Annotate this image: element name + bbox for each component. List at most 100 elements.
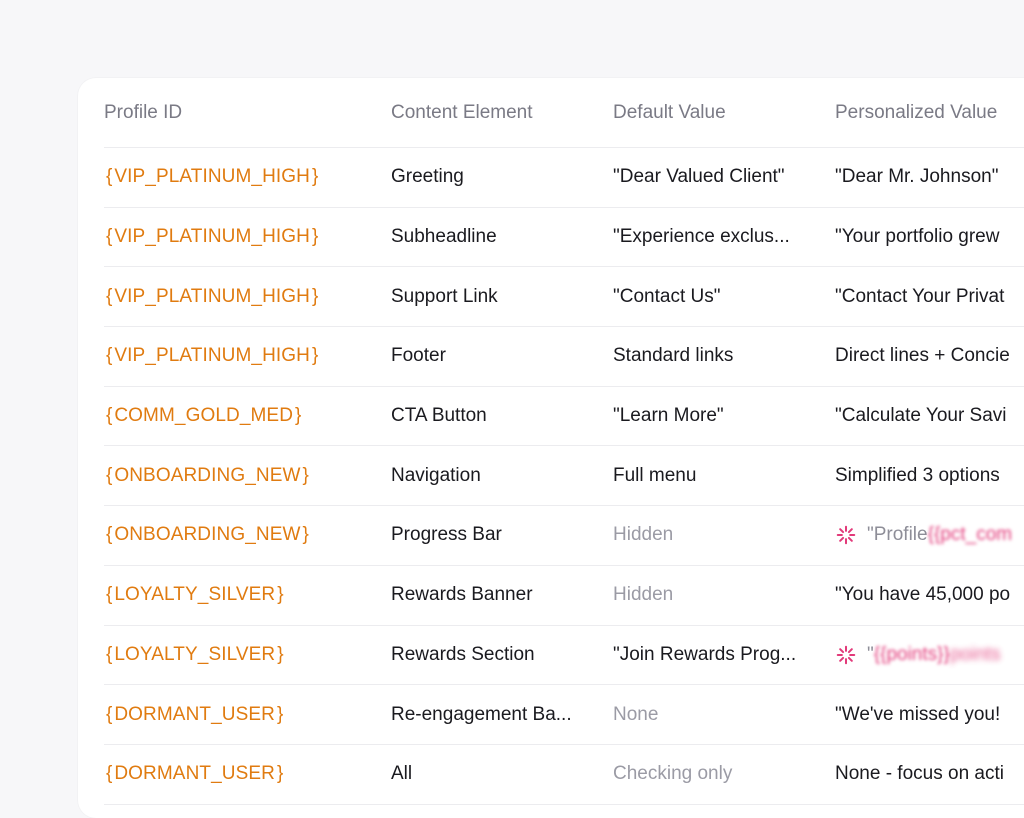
brace-close: } bbox=[302, 524, 309, 546]
personalized-value: Simplified 3 options bbox=[835, 464, 1000, 486]
default-value-cell: "Learn More" bbox=[613, 405, 724, 427]
profile-id-cell: {VIP_PLATINUM_HIGH} bbox=[104, 148, 384, 207]
profile-id: LOYALTY_SILVER bbox=[114, 584, 276, 606]
content-element-cell: All bbox=[391, 763, 413, 785]
profile-id: VIP_PLATINUM_HIGH bbox=[114, 345, 310, 367]
brace-close: } bbox=[302, 464, 309, 486]
personalized-value: Direct lines + Concie bbox=[835, 345, 1010, 367]
default-value-cell: Full menu bbox=[613, 464, 697, 486]
content-element-cell: Re-engagement Ba... bbox=[391, 703, 572, 725]
loading-spinner-icon bbox=[835, 644, 857, 666]
personalized-value: "We've missed you! bbox=[835, 703, 1001, 725]
content-element-cell: Footer bbox=[391, 345, 446, 367]
profile-id: LOYALTY_SILVER bbox=[114, 643, 276, 665]
table-row[interactable]: {DORMANT_USER} All Checking only None - foc… bbox=[104, 745, 1024, 805]
brace-close: } bbox=[311, 285, 319, 307]
brace-open: { bbox=[106, 226, 113, 248]
table-row[interactable]: {ONBOARDING_NEW} Progress Bar Hidden "Profi… bbox=[104, 506, 1024, 566]
table-row[interactable]: {LOYALTY_SILVER} Rewards Banner Hidden "You… bbox=[104, 566, 1024, 626]
personalization-table-card: Profile ID Content Element Default Value… bbox=[78, 78, 1024, 818]
profile-id-cell: {DORMANT_USER} bbox=[104, 685, 384, 744]
profile-id-cell: {VIP_PLATINUM_HIGH} bbox=[104, 267, 384, 326]
table-row[interactable]: {ONBOARDING_NEW} Navigation Full menu Simpl… bbox=[104, 446, 1024, 507]
content-element-cell: Support Link bbox=[391, 285, 498, 307]
personalized-value: "Calculate Your Savi bbox=[835, 405, 1007, 427]
personalized-value-cell: "You have 45,000 po bbox=[835, 566, 1024, 625]
brace-close: } bbox=[277, 584, 284, 606]
loading-spinner-icon bbox=[835, 524, 857, 546]
default-value-cell: Standard links bbox=[613, 345, 734, 367]
table-row[interactable]: {VIP_PLATINUM_HIGH} Footer Standard links D… bbox=[104, 327, 1024, 387]
table-row[interactable]: {DORMANT_USER} Re-engagement Ba... None "We… bbox=[104, 685, 1024, 745]
table-row[interactable]: {LOYALTY_SILVER} Rewards Section "Join Rew… bbox=[104, 626, 1024, 686]
brace-close: } bbox=[311, 226, 319, 248]
profile-id: COMM_GOLD_MED bbox=[114, 405, 294, 427]
personalized-prefix: "Profile bbox=[867, 524, 928, 546]
personalized-value: "Your portfolio grew bbox=[835, 226, 1000, 248]
personalized-value-cell: Direct lines + Concie bbox=[835, 327, 1024, 386]
table-row[interactable]: {VIP_PLATINUM_HIGH} Greeting "Dear Valued … bbox=[104, 148, 1024, 208]
profile-id: VIP_PLATINUM_HIGH bbox=[114, 285, 310, 307]
personalized-value-cell: "Contact Your Privat bbox=[835, 267, 1024, 326]
default-value-cell: "Experience exclus... bbox=[613, 226, 790, 248]
table-row[interactable]: {COMM_GOLD_MED} CTA Button "Learn More" "Ca… bbox=[104, 387, 1024, 447]
column-header-profile-id[interactable]: Profile ID bbox=[104, 78, 384, 147]
content-element-cell: Greeting bbox=[391, 166, 464, 188]
content-element-cell: Rewards Section bbox=[391, 643, 535, 665]
profile-id-cell: {COMM_GOLD_MED} bbox=[104, 387, 384, 446]
personalized-value-cell: "Profile {{pct_com bbox=[835, 506, 1024, 565]
personalized-value-cell: "Your portfolio grew bbox=[835, 208, 1024, 267]
profile-id: DORMANT_USER bbox=[114, 703, 275, 725]
brace-open: { bbox=[106, 464, 113, 486]
personalized-prefix: " bbox=[867, 643, 874, 665]
personalized-value-cell: "We've missed you! bbox=[835, 685, 1024, 744]
personalized-value-cell: " {{points}} points bbox=[835, 626, 1024, 685]
profile-id: ONBOARDING_NEW bbox=[114, 464, 301, 486]
brace-close: } bbox=[276, 763, 284, 785]
content-element-cell: Subheadline bbox=[391, 226, 497, 248]
default-value-cell: "Dear Valued Client" bbox=[613, 166, 785, 188]
profile-id: VIP_PLATINUM_HIGH bbox=[114, 166, 310, 188]
personalized-value: "Contact Your Privat bbox=[835, 285, 1005, 307]
brace-open: { bbox=[106, 643, 113, 665]
brace-open: { bbox=[106, 405, 113, 427]
default-value-cell: None bbox=[613, 703, 659, 725]
content-element-cell: CTA Button bbox=[391, 405, 487, 427]
personalized-value-cell: "Dear Mr. Johnson" bbox=[835, 148, 1024, 207]
content-element-cell: Rewards Banner bbox=[391, 584, 533, 606]
brace-close: } bbox=[295, 405, 302, 427]
profile-id: VIP_PLATINUM_HIGH bbox=[114, 226, 310, 248]
profile-id-cell: {VIP_PLATINUM_HIGH} bbox=[104, 208, 384, 267]
personalized-value-cell: "Calculate Your Savi bbox=[835, 387, 1024, 446]
table-header-row: Profile ID Content Element Default Value… bbox=[104, 78, 1024, 148]
table-row[interactable]: {VIP_PLATINUM_HIGH} Subheadline "Experienc… bbox=[104, 208, 1024, 268]
default-value-cell: "Join Rewards Prog... bbox=[613, 643, 797, 665]
column-header-personalized-value[interactable]: Personalized Value bbox=[835, 78, 1024, 147]
profile-id: DORMANT_USER bbox=[114, 763, 275, 785]
brace-open: { bbox=[106, 345, 113, 367]
personalized-value-cell: Simplified 3 options bbox=[835, 446, 1024, 505]
profile-id: ONBOARDING_NEW bbox=[114, 524, 301, 546]
brace-open: { bbox=[106, 703, 113, 725]
default-value-cell: Hidden bbox=[613, 584, 674, 606]
brace-open: { bbox=[106, 763, 113, 785]
brace-close: } bbox=[311, 166, 319, 188]
profile-id-cell: {LOYALTY_SILVER} bbox=[104, 626, 384, 685]
brace-close: } bbox=[276, 703, 284, 725]
personalized-value: None - focus on acti bbox=[835, 763, 1004, 785]
default-value-cell: Checking only bbox=[613, 763, 733, 785]
personalization-token: {{pct_com bbox=[927, 524, 1013, 546]
personalized-tail: points bbox=[949, 643, 1001, 665]
brace-close: } bbox=[277, 643, 284, 665]
table-row[interactable]: {VIP_PLATINUM_HIGH} Support Link "Contact … bbox=[104, 267, 1024, 328]
column-header-default-value[interactable]: Default Value bbox=[613, 78, 819, 147]
profile-id-cell: {LOYALTY_SILVER} bbox=[104, 566, 384, 625]
personalized-value-cell: None - focus on acti bbox=[835, 745, 1024, 804]
brace-open: { bbox=[106, 166, 113, 188]
personalization-token: {{points}} bbox=[873, 643, 950, 665]
content-element-cell: Progress Bar bbox=[391, 524, 502, 546]
profile-id-cell: {ONBOARDING_NEW} bbox=[104, 446, 384, 505]
personalized-value: "Dear Mr. Johnson" bbox=[835, 166, 999, 188]
default-value-cell: Hidden bbox=[613, 524, 674, 546]
column-header-content-element[interactable]: Content Element bbox=[391, 78, 596, 147]
